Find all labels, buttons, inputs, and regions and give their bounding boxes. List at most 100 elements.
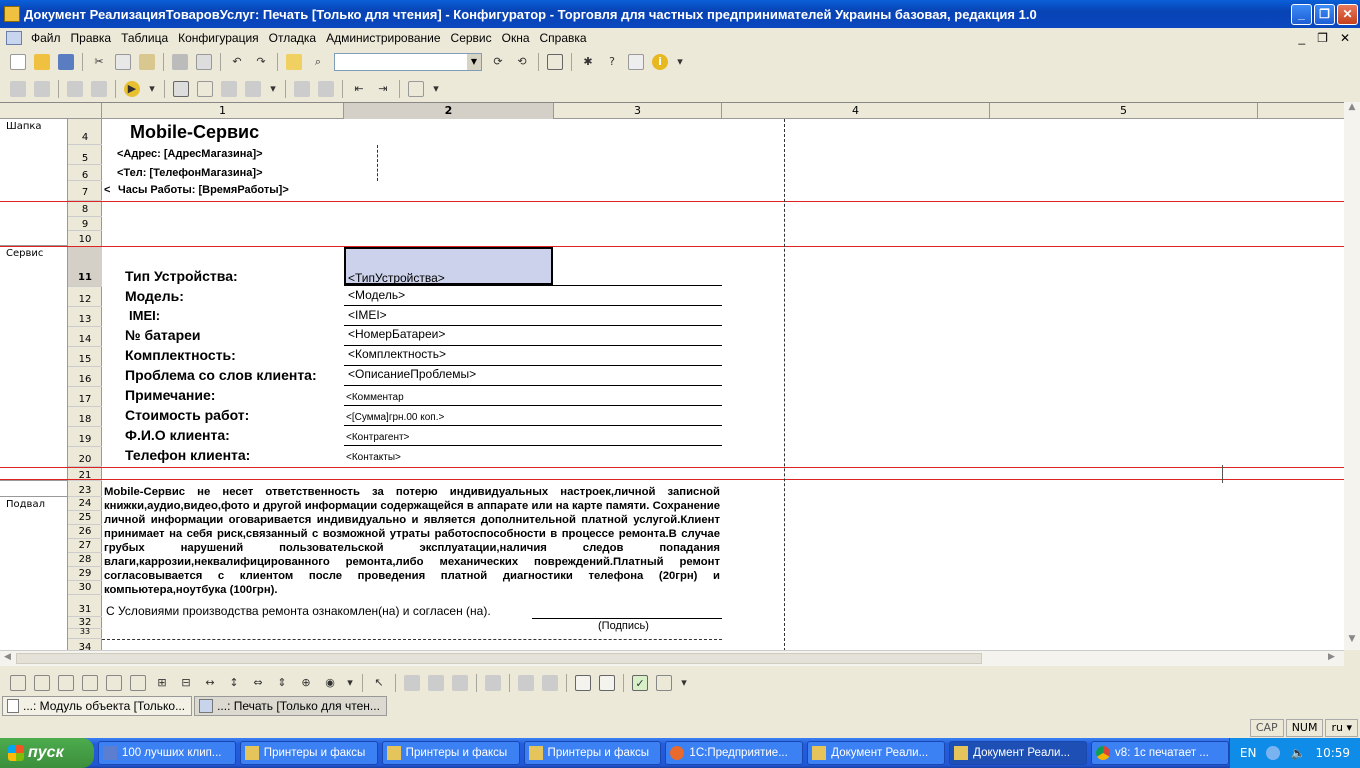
vertical-scrollbar[interactable]: ▲ ▼ [1344,102,1360,650]
chevron-down-icon[interactable]: ▾ [680,675,688,691]
chevron-down-icon[interactable]: ▼ [467,54,481,70]
taskbar-item[interactable]: 1С:Предприятие... [665,741,804,765]
text-icon[interactable] [404,675,420,691]
scroll-right-icon[interactable]: ▶ [1328,652,1335,662]
copy-icon[interactable] [115,54,131,70]
row-number[interactable]: 9 [68,217,102,231]
center-v-icon[interactable]: ⊟ [178,675,194,691]
taskbar-item[interactable]: v8: 1с печатает ... [1091,741,1229,765]
mdi-close-icon[interactable]: ✕ [1340,31,1350,45]
row-number[interactable]: 31 [68,595,102,617]
column-header[interactable]: 3 [554,103,722,119]
chart-icon[interactable] [452,675,468,691]
chevron-down-icon[interactable]: ▾ [676,54,684,70]
window-tab-module[interactable]: ...: Модуль объекта [Только... [2,696,193,716]
spreadsheet-area[interactable]: 1 2 3 4 5 6 Шапка Сервис Подвал 4 5 6 7 … [0,102,1344,650]
windows-icon[interactable] [547,54,563,70]
network-icon[interactable] [1266,746,1281,760]
chevron-down-icon[interactable]: ▾ [148,81,156,97]
open-icon[interactable] [34,54,50,70]
client-phone-field[interactable]: <Контакты> [346,452,401,463]
find-in-folder-icon[interactable] [286,54,302,70]
imei-field[interactable]: <IMEI> [348,308,387,322]
language-indicator[interactable]: ru ▾ [1325,719,1358,737]
redo-icon[interactable]: ↷ [253,54,269,70]
align-middle-icon[interactable] [106,675,122,691]
row-number[interactable]: 15 [68,347,102,367]
group-footer[interactable]: Подвал [0,497,68,650]
menu-help[interactable]: Справка [535,31,592,45]
row-number[interactable]: 25 [68,511,102,525]
info-icon[interactable]: i [652,54,668,70]
cut-icon[interactable]: ✂ [91,54,107,70]
volume-icon[interactable]: 🔈 [1290,746,1305,760]
close-button[interactable]: ✕ [1337,3,1358,25]
layout-icon[interactable] [294,81,310,97]
row-number[interactable]: 19 [68,427,102,447]
group-icon[interactable] [518,675,534,691]
update-db-icon[interactable] [67,81,83,97]
notes-icon[interactable] [628,54,644,70]
wizard-icon[interactable]: ✱ [580,54,596,70]
properties-icon[interactable] [173,81,189,97]
row-number[interactable]: 29 [68,567,102,581]
row-number[interactable]: 10 [68,231,102,247]
window-list-icon[interactable] [408,81,424,97]
print-icon[interactable] [172,54,188,70]
completeness-field[interactable]: <Комплектность> [348,347,446,361]
zoom-icon[interactable]: ◉ [322,675,338,691]
chevron-down-icon[interactable]: ▾ [269,81,277,97]
row-number[interactable]: 23 [68,483,102,497]
picture-icon[interactable] [428,675,444,691]
find-prev-icon[interactable]: ⟲ [514,54,530,70]
model-field[interactable]: <Модель> [348,288,405,302]
menu-file[interactable]: Файл [26,31,66,45]
menu-debug[interactable]: Отладка [264,31,321,45]
ungroup-icon[interactable] [542,675,558,691]
minimize-button[interactable]: _ [1291,3,1312,25]
check-icon[interactable]: ✓ [632,675,648,691]
menu-administration[interactable]: Администрирование [321,31,445,45]
show-grid-icon[interactable] [575,675,591,691]
device-type-field[interactable]: <ТипУстройства> [348,271,445,285]
align-bottom-icon[interactable] [130,675,146,691]
config-db-icon[interactable] [34,81,50,97]
row-number[interactable]: 26 [68,525,102,539]
row-number[interactable]: 12 [68,287,102,307]
paste-icon[interactable] [139,54,155,70]
center-h-icon[interactable]: ⊞ [154,675,170,691]
row-number[interactable]: 18 [68,407,102,427]
row-number[interactable]: 27 [68,539,102,553]
row-number[interactable]: 34 [68,639,102,650]
table-icon[interactable] [197,81,213,97]
column-header[interactable]: 1 [102,103,344,119]
menu-windows[interactable]: Окна [497,31,535,45]
undo-icon[interactable]: ↶ [229,54,245,70]
spacing-v-icon[interactable]: ↕ [226,675,242,691]
row-number[interactable]: 16 [68,367,102,387]
row-number[interactable]: 4 [68,119,102,145]
row-number[interactable]: 8 [68,201,102,217]
grid-icon[interactable] [485,675,501,691]
row-number[interactable]: 11 [68,247,102,287]
column-header[interactable]: 5 [990,103,1258,119]
menu-configuration[interactable]: Конфигурация [173,31,264,45]
group-service[interactable]: Сервис [0,246,68,481]
group-header[interactable]: Шапка [0,119,68,202]
client-name-field[interactable]: <Контрагент> [346,432,409,443]
mdi-minimize-icon[interactable]: _ [1298,31,1305,45]
taskbar-item[interactable]: Документ Реали... [949,741,1088,765]
problem-field[interactable]: <ОписаниеПроблемы> [348,367,476,381]
arrange-icon[interactable] [221,81,237,97]
compare-icon[interactable] [91,81,107,97]
pointer-icon[interactable]: ↖ [371,675,387,691]
scroll-up-icon[interactable]: ▲ [1344,102,1360,118]
syntax-helper-icon[interactable]: ? [604,54,620,70]
scroll-thumb[interactable] [16,653,982,664]
scroll-left-icon[interactable]: ◀ [4,652,11,662]
save-icon[interactable] [58,54,74,70]
align-right-icon[interactable] [58,675,74,691]
chevron-down-icon[interactable]: ▾ [432,81,440,97]
layout2-icon[interactable] [318,81,334,97]
horizontal-scrollbar[interactable]: ◀ ▶ [0,650,1344,666]
